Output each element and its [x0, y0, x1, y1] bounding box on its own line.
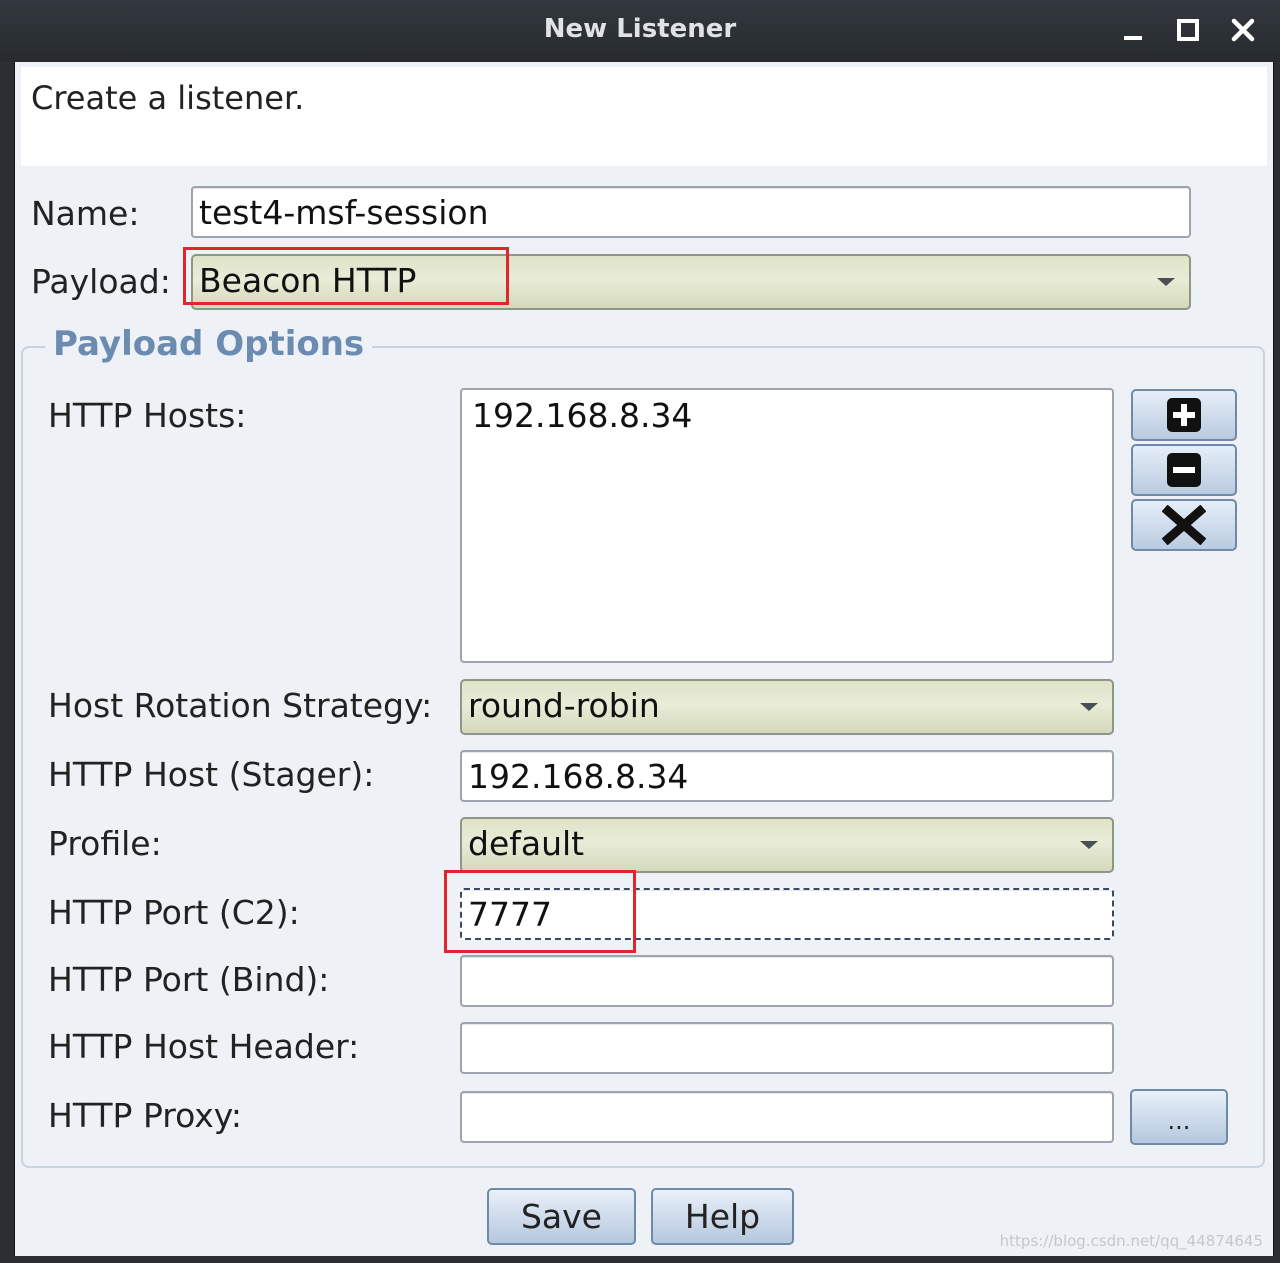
chevron-down-icon [1080, 703, 1098, 711]
proxy-settings-button[interactable]: ... [1130, 1089, 1228, 1145]
remove-host-button[interactable] [1131, 444, 1237, 496]
name-label: Name: [31, 194, 140, 233]
chevron-down-icon [1080, 841, 1098, 849]
host-rotation-selected: round-robin [468, 686, 660, 725]
profile-label: Profile: [48, 824, 162, 863]
port-bind-label: HTTP Port (Bind): [48, 960, 330, 999]
host-header-label: HTTP Host Header: [48, 1027, 360, 1066]
help-button[interactable]: Help [651, 1188, 794, 1245]
minimize-button[interactable] [1116, 12, 1150, 48]
list-item[interactable]: 192.168.8.34 [472, 396, 692, 435]
window-title: New Listener [543, 14, 737, 44]
proxy-field[interactable] [460, 1091, 1114, 1143]
payload-options-title: Payload Options [45, 324, 373, 364]
host-rotation-label: Host Rotation Strategy: [48, 686, 433, 725]
description-panel: Create a listener. [21, 67, 1267, 166]
port-highlight-box [444, 870, 636, 953]
watermark-text: https://blog.csdn.net/qq_44874645 [999, 1232, 1263, 1250]
clear-icon [1162, 505, 1206, 545]
window-titlebar[interactable]: New Listener [0, 0, 1280, 62]
payload-highlight-box [183, 247, 509, 305]
profile-selected: default [468, 824, 585, 863]
close-icon [1231, 18, 1255, 42]
remove-icon [1167, 453, 1201, 487]
name-field[interactable]: test4-msf-session [191, 186, 1191, 238]
payload-label: Payload: [31, 262, 171, 301]
host-header-field[interactable] [460, 1022, 1114, 1074]
add-host-button[interactable] [1131, 389, 1237, 441]
clear-hosts-button[interactable] [1131, 499, 1237, 551]
maximize-icon [1177, 19, 1199, 41]
stager-label: HTTP Host (Stager): [48, 755, 375, 794]
minimize-icon [1124, 36, 1142, 40]
maximize-button[interactable] [1171, 12, 1205, 48]
host-rotation-dropdown[interactable]: round-robin [460, 679, 1114, 735]
proxy-label: HTTP Proxy: [48, 1096, 243, 1135]
add-icon [1167, 398, 1201, 432]
port-bind-field[interactable] [460, 955, 1114, 1007]
port-c2-label: HTTP Port (C2): [48, 893, 300, 932]
save-button[interactable]: Save [487, 1188, 636, 1245]
http-hosts-list[interactable]: 192.168.8.34 [460, 388, 1114, 663]
http-hosts-label: HTTP Hosts: [48, 396, 247, 435]
close-button[interactable] [1226, 12, 1260, 48]
dialog-body: Create a listener. Name: test4-msf-sessi… [14, 62, 1274, 1256]
profile-dropdown[interactable]: default [460, 817, 1114, 873]
chevron-down-icon [1157, 278, 1175, 286]
stager-field[interactable]: 192.168.8.34 [460, 750, 1114, 802]
description-text: Create a listener. [31, 79, 305, 117]
